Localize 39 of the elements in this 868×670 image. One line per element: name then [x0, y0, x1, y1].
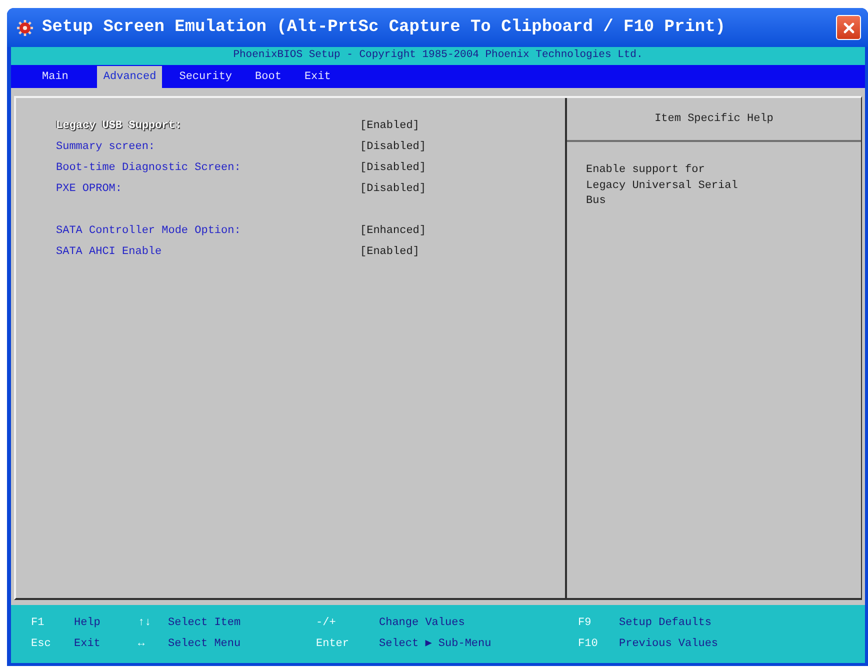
setting-label[interactable]: SATA Controller Mode Option:	[56, 223, 360, 240]
menu-tab[interactable]: Boot	[249, 66, 288, 88]
key-action: Setup Defaults	[619, 616, 712, 632]
setting-label[interactable]: Summary screen:	[56, 139, 360, 156]
key-action: Change Values	[379, 616, 466, 632]
close-icon	[842, 22, 854, 34]
key-label: ↔	[138, 637, 146, 652]
key-label: F1	[31, 616, 46, 632]
menu-tab[interactable]: Advanced	[97, 66, 162, 88]
setting-value[interactable]: [Disabled]	[360, 181, 426, 198]
gear-icon	[17, 20, 33, 36]
setting-value[interactable]: [Disabled]	[360, 139, 426, 156]
help-title: Item Specific Help	[654, 112, 774, 127]
key-label: Esc	[31, 637, 52, 652]
setting-label[interactable]: SATA AHCI Enable	[56, 244, 360, 261]
key-label: F9	[578, 616, 592, 632]
key-label: F10	[578, 637, 599, 652]
key-action: Help	[74, 616, 102, 632]
setting-value[interactable]: [Disabled]	[360, 160, 426, 177]
window-title: Setup Screen Emulation (Alt-PrtSc Capture To Clipboard / F10 Print)	[42, 16, 726, 39]
key-action: Exit	[74, 637, 102, 652]
menu-tab[interactable]: Security	[173, 66, 238, 88]
key-label: -/+	[316, 616, 337, 632]
menu-tab[interactable]: Exit	[298, 66, 337, 88]
key-label: ↑↓	[138, 616, 152, 632]
setting-value[interactable]: [Enabled]	[360, 244, 420, 261]
menu-tab[interactable]: Main	[36, 66, 74, 88]
key-action: Select ▶ Sub-Menu	[379, 637, 492, 652]
key-action: Previous Values	[619, 637, 720, 652]
key-label: Enter	[316, 637, 350, 652]
copyright-text: PhoenixBIOS Setup - Copyright 1985-2004 Phoenix Technologies Ltd.	[233, 48, 643, 64]
help-text: Enable support for Legacy Universal Serial Bus	[586, 163, 739, 209]
setting-value[interactable]: [Enabled]	[360, 118, 420, 135]
setting-value[interactable]: [Enhanced]	[360, 223, 426, 240]
close-button[interactable]	[836, 15, 861, 40]
key-action: Select Menu	[168, 637, 242, 652]
setting-label[interactable]: Boot-time Diagnostic Screen:	[56, 160, 360, 177]
key-action: Select Item	[168, 616, 242, 632]
setting-label[interactable]: PXE OPROM:	[56, 181, 360, 198]
